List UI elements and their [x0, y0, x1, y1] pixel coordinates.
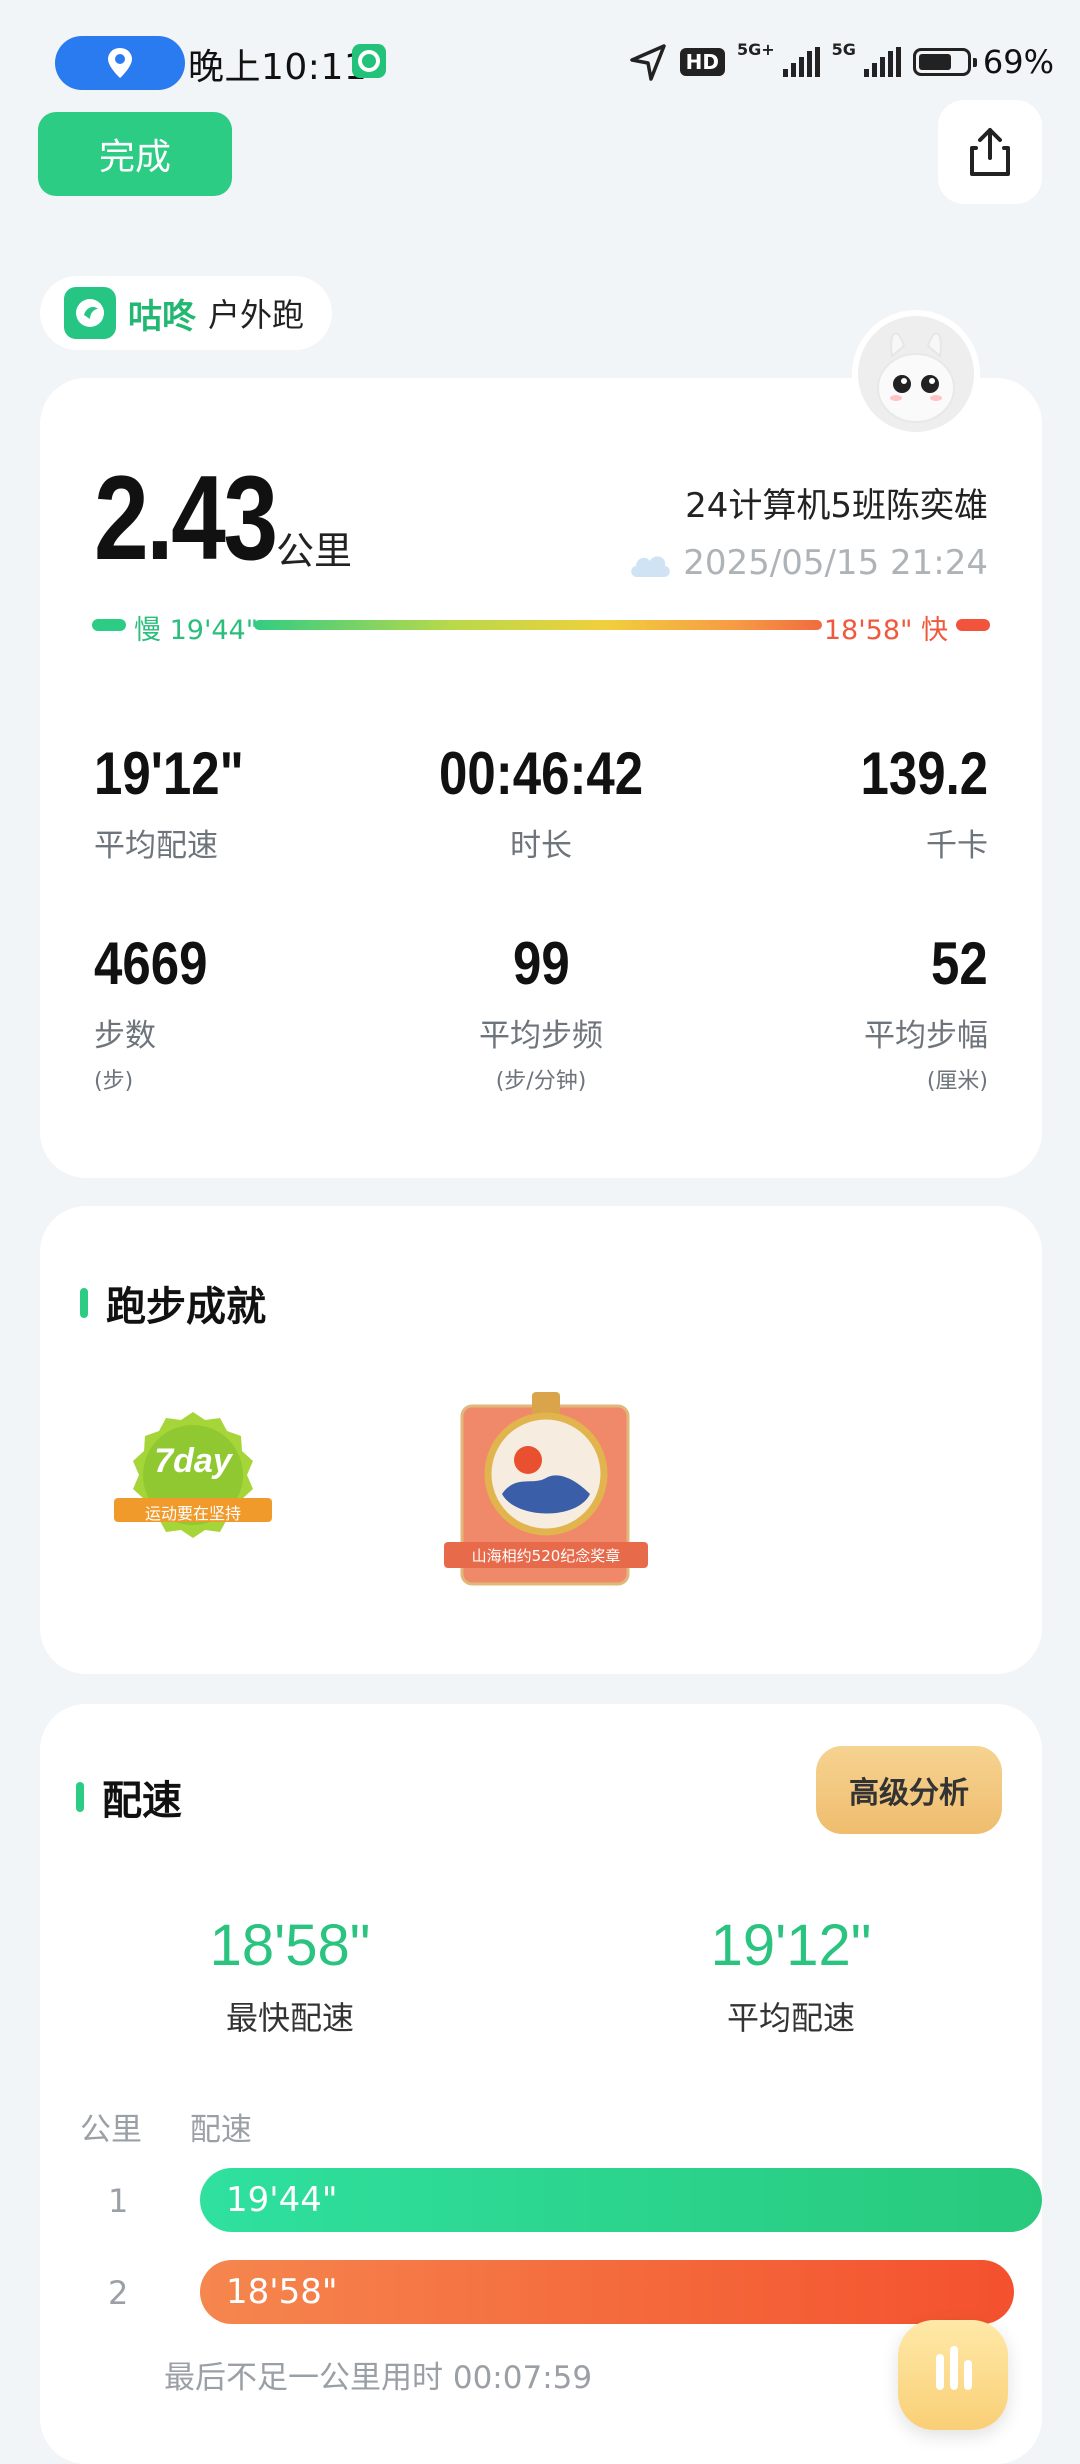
share-icon — [970, 128, 1010, 176]
status-time: 晚上10:11 — [188, 47, 368, 88]
run-datetime: 2025/05/15 21:24 — [627, 543, 988, 583]
badge-7day-subtitle: 运动要在坚持 — [144, 1504, 241, 1523]
distance-value: 2.43 — [94, 451, 278, 585]
stat-stride: 52 平均步幅 (厘米) — [864, 934, 988, 1095]
activity-type: 户外跑 — [208, 296, 305, 334]
split-pace-bar: 18'58" — [200, 2260, 1014, 2324]
pace-range-bar: 慢 19'44" 18'58" 快 — [92, 606, 990, 646]
stat-label: 时长 — [510, 828, 572, 864]
stat-label: 步数 — [94, 1018, 156, 1054]
badge-7day-title: 7day — [154, 1442, 232, 1480]
split-row: 1 19'44" — [80, 2168, 1042, 2232]
runner-name: 24计算机5班陈奕雄 — [685, 486, 988, 526]
stat-value: 4669 — [94, 930, 208, 997]
fastest-pace-value: 18'58" — [209, 1913, 371, 1978]
split-km: 1 — [108, 2182, 129, 2220]
average-pace-label: 平均配速 — [726, 1999, 855, 2037]
stat-label: 平均步幅 — [864, 1018, 988, 1054]
share-button[interactable] — [938, 100, 1042, 204]
split-pace-bar: 19'44" — [200, 2168, 1042, 2232]
stat-value: 52 — [931, 930, 988, 997]
slow-pace-marker — [92, 619, 126, 631]
last-segment-note: 最后不足一公里用时 00:07:59 — [164, 2360, 593, 2396]
floating-action-button[interactable] — [898, 2320, 1008, 2430]
location-indicator[interactable] — [55, 36, 185, 90]
achievements-title-text: 跑步成就 — [106, 1284, 266, 1330]
split-pace-value: 18'58" — [226, 2272, 338, 2312]
advanced-analysis-button[interactable]: 高级分析 — [816, 1746, 1002, 1834]
stat-label: 千卡 — [926, 828, 988, 864]
stat-value: 99 — [512, 930, 570, 997]
distance-unit: 公里 — [276, 529, 353, 573]
average-pace: 19'12" 平均配速 — [641, 1912, 941, 2039]
fast-pace-label: 18'58" 快 — [823, 615, 948, 646]
status-bar: 晚上10:11 HD 5G+ 5G 69% — [0, 0, 1080, 120]
stat-value: 19'12" — [94, 740, 244, 807]
fast-pace-marker — [956, 619, 990, 631]
col-pace: 配速 — [189, 2112, 252, 2148]
badge-7day[interactable]: 7day 运动要在坚持 — [108, 1406, 278, 1556]
stat-unit: (步/分钟) — [495, 1069, 587, 1094]
location-pin-icon — [108, 48, 132, 78]
pace-gradient — [254, 620, 822, 630]
split-km: 2 — [108, 2274, 129, 2312]
run-summary-card: 2.43 公里 24计算机5班陈奕雄 2025/05/15 21:24 慢 19… — [40, 378, 1042, 1178]
section-accent — [76, 1782, 84, 1812]
battery-percent: 69% — [982, 43, 1054, 81]
average-pace-value: 19'12" — [710, 1913, 872, 1978]
sim1-network-label: 5G+ — [736, 40, 775, 59]
fastest-pace: 18'58" 最快配速 — [140, 1912, 440, 2039]
cloud-icon — [631, 556, 671, 577]
app-source-tag: 咕咚 户外跑 — [40, 276, 333, 350]
battery-icon — [912, 48, 977, 76]
sim2-network-label: 5G — [831, 40, 856, 59]
stat-label: 平均步频 — [479, 1018, 603, 1054]
stat-steps: 4669 步数 (步) — [94, 934, 227, 1095]
achievements-title: 跑步成就 — [80, 1274, 266, 1332]
sim1-signal-icon — [782, 47, 820, 77]
stat-duration: 00:46:42 时长 — [341, 744, 741, 865]
stat-cadence: 99 平均步频 (步/分钟) — [341, 934, 741, 1095]
pace-title: 配速 — [76, 1768, 182, 1826]
app-logo-icon — [64, 287, 116, 339]
sim2-signal-icon — [863, 47, 901, 77]
stat-label: 平均配速 — [94, 828, 218, 864]
badge-520-title: 山海相约520纪念奖章 — [471, 1547, 621, 1565]
stat-value: 00:46:42 — [438, 740, 644, 807]
achievements-card: 跑步成就 7day 运动要在坚持 山海相约520纪念奖章 — [40, 1206, 1042, 1674]
stat-unit: (厘米) — [926, 1069, 988, 1094]
split-row-fastest: 2 18'58" — [80, 2260, 1014, 2324]
pace-card: 配速 高级分析 18'58" 最快配速 19'12" 平均配速 公里 配速 1 … — [40, 1704, 1042, 2464]
chart-bars-icon — [936, 2346, 972, 2390]
stat-unit: (步) — [94, 1069, 134, 1094]
notification-app-icon — [352, 44, 386, 78]
hd-voice-badge: HD — [679, 48, 725, 76]
stat-avg-pace: 19'12" 平均配速 — [94, 744, 270, 865]
section-accent — [80, 1288, 88, 1318]
badge-520-medal[interactable]: 山海相约520纪念奖章 — [436, 1382, 656, 1594]
split-pace-value: 19'44" — [226, 2180, 338, 2220]
done-button[interactable]: 完成 — [38, 112, 232, 196]
col-km: 公里 — [80, 2112, 142, 2148]
split-table-header: 公里 配速 — [80, 2104, 290, 2149]
fastest-pace-label: 最快配速 — [225, 1999, 354, 2037]
pace-title-text: 配速 — [102, 1778, 182, 1824]
stat-value: 139.2 — [860, 740, 988, 807]
navigation-arrow-icon — [629, 44, 666, 81]
run-datetime-text: 2025/05/15 21:24 — [683, 543, 988, 583]
stat-calories: 139.2 千卡 — [838, 744, 988, 865]
avatar[interactable] — [852, 310, 980, 438]
app-name: 咕咚 — [128, 296, 196, 337]
slow-pace-label: 慢 19'44" — [134, 615, 259, 646]
